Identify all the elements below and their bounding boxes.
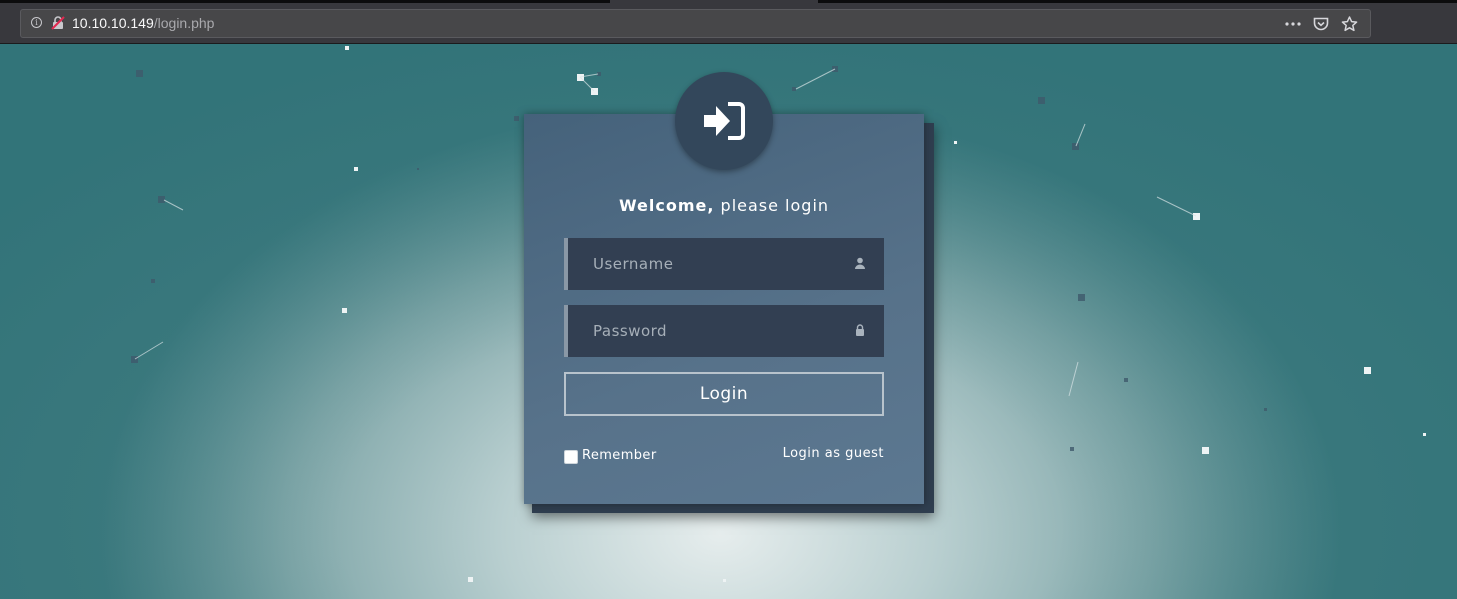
address-bar[interactable]: i 10.10.10.149/login.php <box>20 9 1371 38</box>
bookmark-star-icon[interactable] <box>1340 15 1358 33</box>
remember-label: Remember <box>582 447 657 463</box>
welcome-rest: please login <box>714 196 830 215</box>
active-tab-indicator[interactable] <box>610 0 818 3</box>
remember-checkbox[interactable] <box>564 450 578 464</box>
info-icon[interactable]: i <box>31 17 42 28</box>
page-actions <box>1284 15 1358 33</box>
username-input[interactable] <box>568 238 875 290</box>
url-host: 10.10.10.149 <box>72 15 154 31</box>
welcome-bold: Welcome, <box>618 196 715 215</box>
url-text[interactable]: 10.10.10.149/login.php <box>72 15 214 31</box>
url-path: /login.php <box>153 15 215 31</box>
pocket-icon[interactable] <box>1312 15 1330 33</box>
password-input[interactable] <box>568 305 875 357</box>
browser-toolbar: i 10.10.10.149/login.php <box>0 0 1457 44</box>
sign-in-icon <box>704 102 745 140</box>
remember-option[interactable]: Remember <box>564 446 657 464</box>
login-as-guest-link[interactable]: Login as guest <box>783 446 884 461</box>
password-field[interactable] <box>564 305 884 357</box>
insecure-connection-icon[interactable] <box>51 16 65 30</box>
login-avatar <box>675 72 773 170</box>
username-field[interactable] <box>564 238 884 290</box>
login-button[interactable]: Login <box>564 372 884 416</box>
lock-icon <box>856 324 864 336</box>
welcome-heading: Welcome, please login <box>524 196 924 215</box>
user-icon <box>855 257 865 269</box>
more-actions-icon[interactable] <box>1284 15 1302 33</box>
